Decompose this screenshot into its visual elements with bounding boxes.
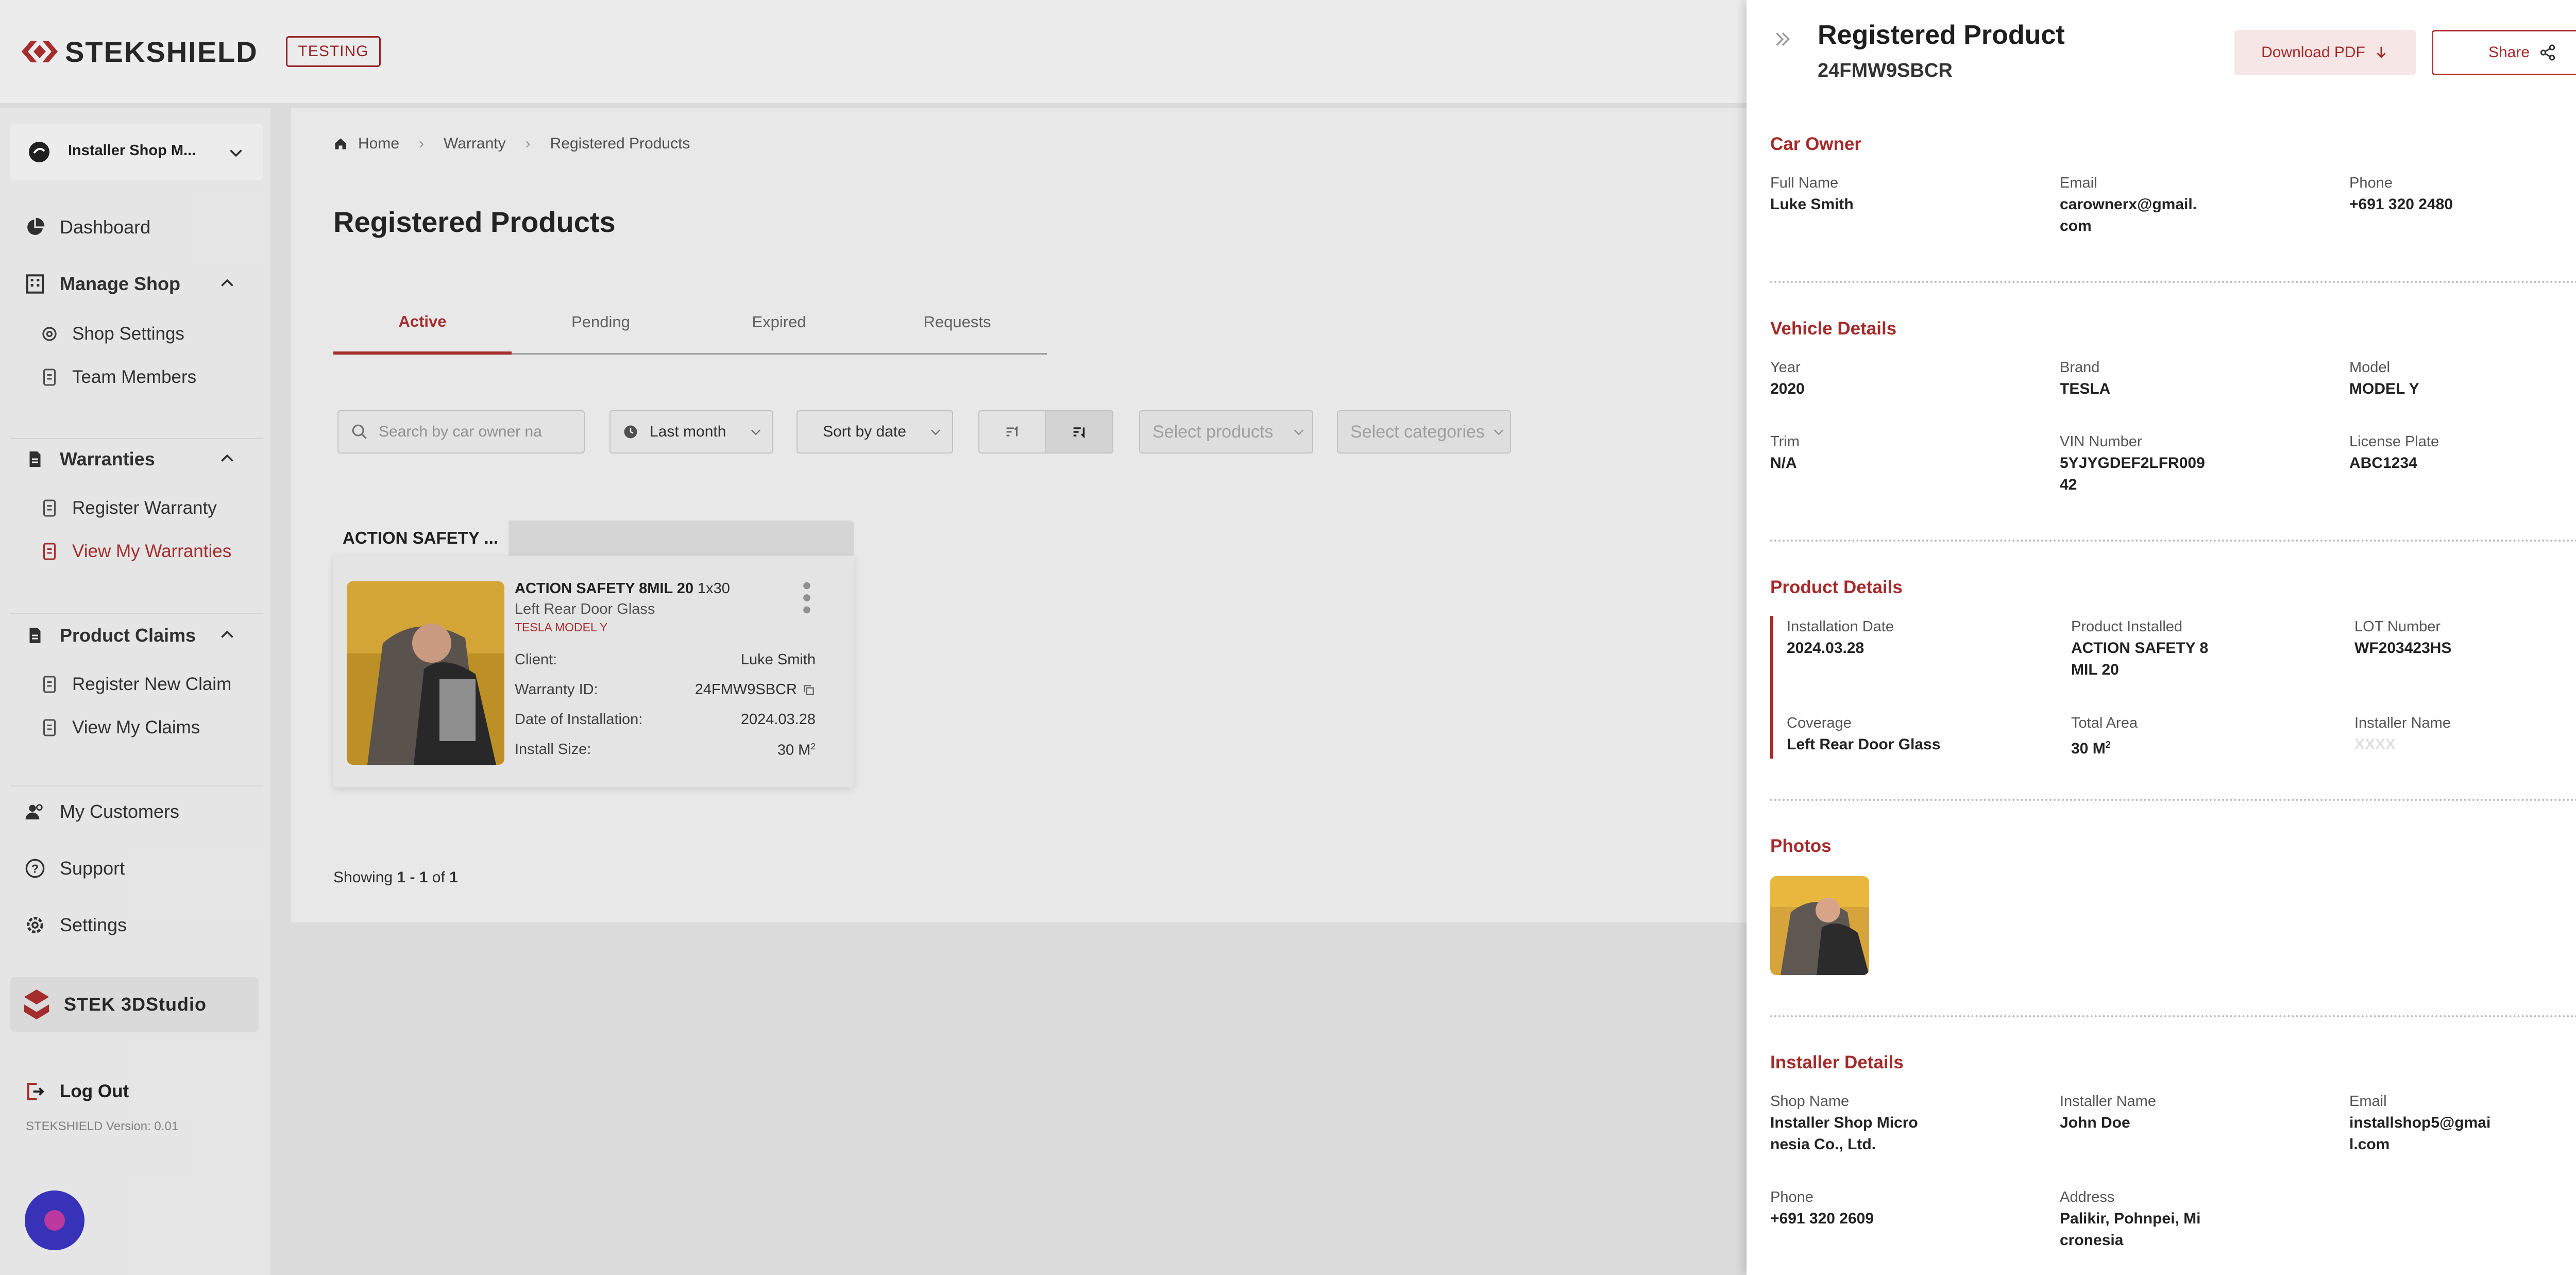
download-pdf-button[interactable]: Download PDF	[2234, 30, 2416, 75]
section-car-owner-title: Car Owner	[1770, 134, 1861, 154]
field-installer-name: Installer Name XXXX	[2354, 712, 2576, 756]
field-label: Trim	[1770, 433, 1800, 450]
field-label: Brand	[2060, 359, 2100, 376]
field-installer-address: Address Palikir, Pohnpei, Micronesia	[2060, 1186, 2209, 1251]
field-label: Product Installed	[2071, 618, 2183, 635]
field-label: Installer Name	[2060, 1093, 2156, 1110]
field-value: 30 M	[2071, 740, 2106, 757]
section-divider	[1770, 281, 2576, 283]
share-icon	[2540, 44, 2555, 61]
field-installer-phone: Phone +691 320 2609	[1770, 1186, 1992, 1230]
field-value: Palikir, Pohnpei, Micronesia	[2060, 1210, 2201, 1249]
field-value: carownerx@gmail.com	[2060, 196, 2197, 234]
field-label: VIN Number	[2060, 433, 2142, 450]
field-label: Address	[2060, 1189, 2115, 1205]
product-accent-bar	[1770, 616, 1773, 759]
field-total-area: Total Area 30 M2	[2071, 712, 2293, 760]
share-button[interactable]: Share	[2432, 30, 2576, 75]
photo-thumbnail[interactable]	[1770, 876, 1869, 975]
field-license-plate: License Plate ABC1234	[2349, 431, 2571, 474]
field-label: Coverage	[1787, 715, 1852, 731]
field-label: Year	[1770, 359, 1801, 376]
section-photos-title: Photos	[1770, 836, 1832, 856]
section-installer-title: Installer Details	[1770, 1052, 1904, 1072]
field-email: Email carownerx@gmail.com	[2060, 172, 2204, 237]
field-label: Installation Date	[1787, 618, 1894, 635]
field-label: License Plate	[2349, 433, 2439, 450]
arrow-down-icon	[2377, 46, 2386, 58]
field-value: WF203423HS	[2354, 640, 2452, 657]
field-value: Luke Smith	[1770, 196, 1854, 213]
field-label: LOT Number	[2354, 618, 2441, 635]
section-divider	[1770, 540, 2576, 542]
field-value: 5YJYGDEF2LFR00942	[2060, 455, 2205, 493]
field-label: Full Name	[1770, 175, 1839, 191]
field-installation-date: Installation Date 2024.03.28	[1787, 616, 2008, 659]
collapse-panel-icon[interactable]	[1772, 29, 1793, 49]
field-value: MODEL Y	[2349, 380, 2419, 397]
field-full-name: Full Name Luke Smith	[1770, 172, 1992, 215]
modal-backdrop[interactable]	[0, 0, 1747, 1275]
section-divider	[1770, 1015, 2576, 1017]
field-installer-email: Email installshop5@gmail.com	[2349, 1091, 2499, 1155]
field-trim: Trim N/A	[1770, 431, 1992, 474]
field-year: Year 2020	[1770, 357, 1992, 400]
download-pdf-label: Download PDF	[2261, 44, 2365, 61]
field-value: Installer Shop Micronesia Co., Ltd.	[1770, 1114, 1918, 1153]
field-label: Email	[2060, 175, 2097, 191]
field-product-installed: Product Installed ACTION SAFETY 8MIL 20	[2071, 616, 2221, 681]
panel-title: Registered Product	[1818, 20, 2065, 50]
field-phone: Phone +691 320 2480	[2349, 172, 2571, 215]
field-value: ACTION SAFETY 8MIL 20	[2071, 640, 2209, 678]
field-value: 2020	[1770, 380, 1805, 397]
field-value: TESLA	[2060, 380, 2111, 397]
field-value: John Doe	[2060, 1114, 2130, 1131]
field-value: ABC1234	[2349, 455, 2417, 472]
field-label: Phone	[2349, 175, 2393, 191]
section-divider	[1770, 799, 2576, 801]
field-label: Installer Name	[2354, 715, 2451, 731]
field-value: installshop5@gmail.com	[2349, 1114, 2491, 1153]
field-value: 2024.03.28	[1787, 640, 1865, 657]
field-installer-name: Installer Name John Doe	[2060, 1091, 2281, 1134]
field-label: Shop Name	[1770, 1093, 1850, 1110]
registered-product-panel: Registered Product 24FMW9SBCR Download P…	[1747, 0, 2576, 1275]
field-value: +691 320 2480	[2349, 196, 2453, 213]
field-label: Email	[2349, 1093, 2387, 1110]
panel-warranty-id: 24FMW9SBCR	[1818, 60, 1953, 81]
field-value: Left Rear Door Glass	[1787, 736, 1941, 753]
field-lot-number: LOT Number WF203423HS	[2354, 616, 2576, 659]
field-label: Model	[2349, 359, 2390, 376]
field-value: XXXX	[2354, 736, 2396, 753]
section-vehicle-title: Vehicle Details	[1770, 318, 1897, 339]
field-value: +691 320 2609	[1770, 1210, 1874, 1227]
field-value: N/A	[1770, 455, 1797, 472]
field-coverage: Coverage Left Rear Door Glass	[1787, 712, 2008, 756]
area-unit-sup: 2	[2105, 740, 2111, 750]
share-label: Share	[2488, 44, 2530, 61]
field-label: Total Area	[2071, 715, 2138, 731]
section-product-title: Product Details	[1770, 577, 1903, 597]
field-model: Model MODEL Y	[2349, 357, 2571, 400]
installation-photo-image	[1770, 876, 1869, 975]
field-label: Phone	[1770, 1189, 1814, 1205]
field-brand: Brand TESLA	[2060, 357, 2281, 400]
field-vin: VIN Number 5YJYGDEF2LFR00942	[2060, 431, 2209, 496]
field-shop-name: Shop Name Installer Shop Micronesia Co.,…	[1770, 1091, 1920, 1155]
